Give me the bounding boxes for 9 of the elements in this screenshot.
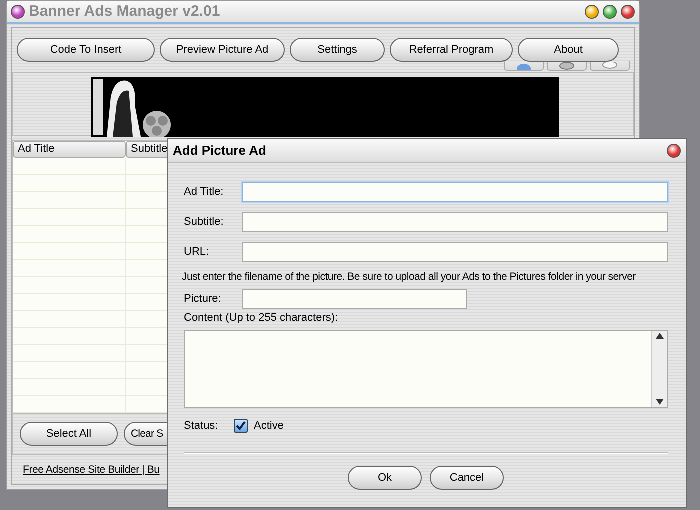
field-label: Status: <box>184 420 220 432</box>
field-label: Picture: <box>184 293 222 305</box>
window-title: Banner Ads Manager v2.01 <box>29 3 222 20</box>
field-label: Ad Title: <box>184 186 225 198</box>
field-label: URL: <box>184 246 210 258</box>
field-label: Subtitle: <box>184 216 225 228</box>
field-label: Content (Up to 255 characters): <box>184 312 340 324</box>
hint-text: Just enter the filename of the picture. Be sure to upload all your Ads to the Pictures folder in your server <box>182 271 636 283</box>
dialog-title: Add Picture Ad <box>173 143 268 158</box>
